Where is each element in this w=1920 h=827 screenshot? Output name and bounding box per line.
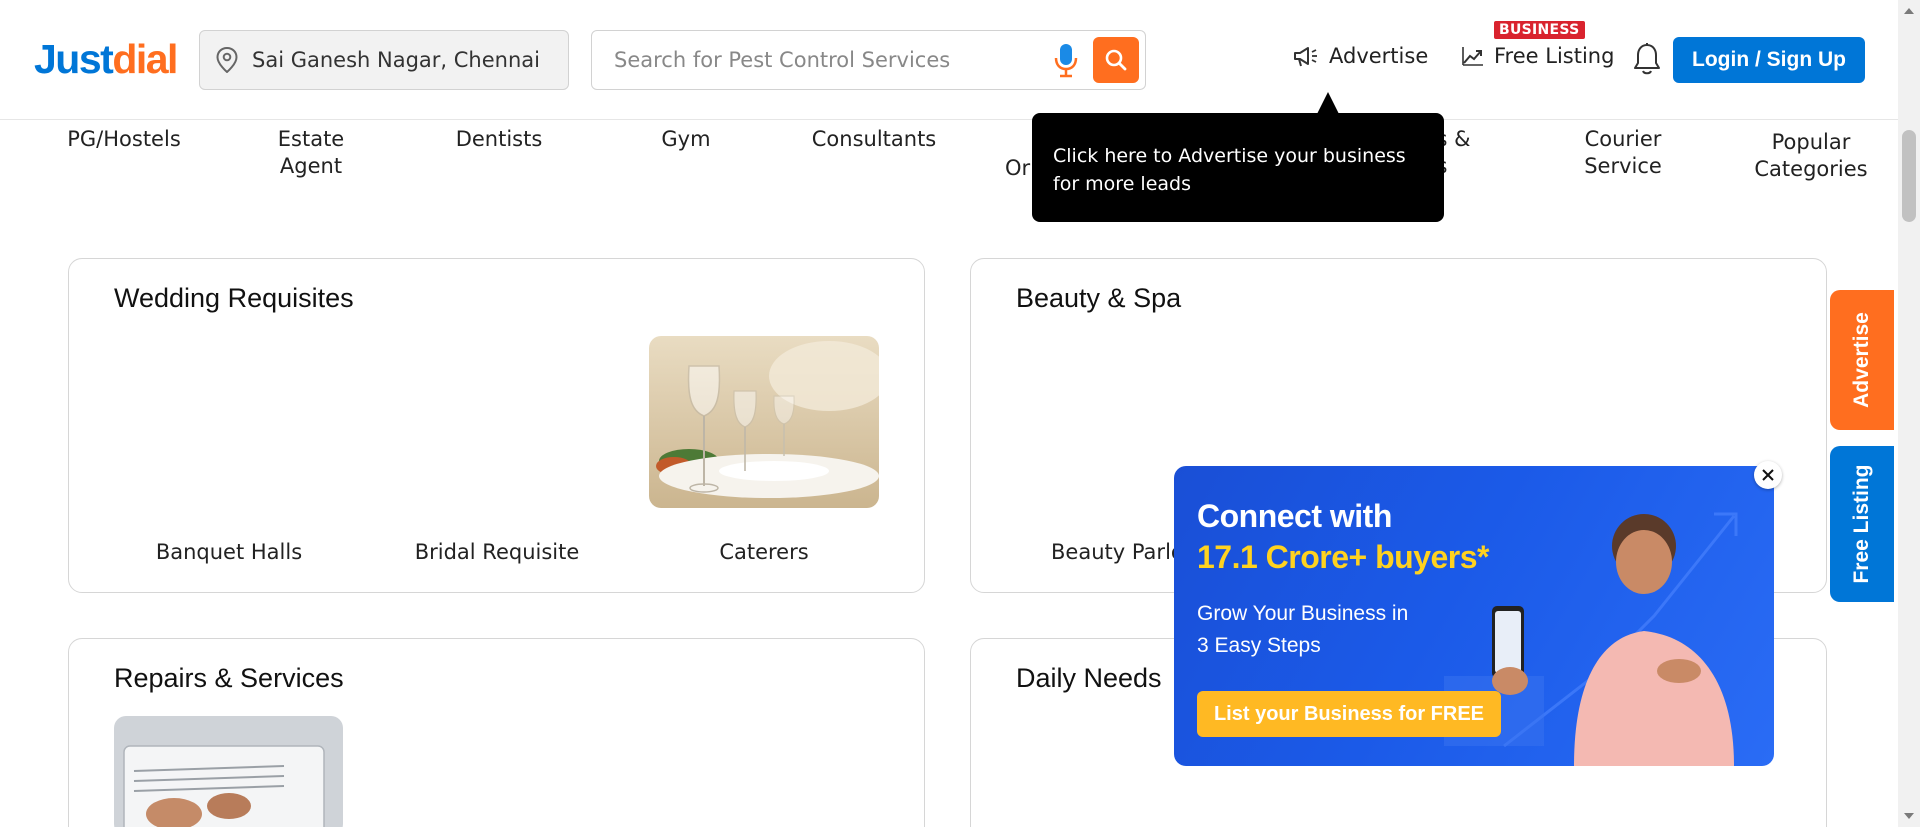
category-dentists[interactable]: Dentists: [419, 126, 579, 153]
beauty-spa-title: Beauty & Spa: [1016, 283, 1182, 313]
side-tab-free-listing[interactable]: Free Listing: [1830, 446, 1894, 602]
tooltip-text-line1: Click here to Advertise your business: [1053, 145, 1406, 167]
category-pg-hostels[interactable]: PG/Hostels: [44, 126, 204, 153]
list-business-free-button[interactable]: List your Business for FREE: [1197, 691, 1501, 737]
notification-bell-icon[interactable]: [1632, 42, 1662, 76]
item-banquet-halls[interactable]: Banquet Halls: [114, 540, 344, 564]
tooltip-text-line2: for more leads: [1053, 173, 1191, 195]
scroll-up-arrow[interactable]: [1904, 8, 1914, 14]
promo-headline-2: 17.1 Crore+ buyers*: [1197, 539, 1490, 575]
item-beauty-parlours[interactable]: Beauty Parlo: [1051, 540, 1191, 564]
microphone-icon[interactable]: [1054, 43, 1078, 79]
search-button[interactable]: [1093, 37, 1139, 83]
repairs-services-title: Repairs & Services: [114, 663, 344, 693]
advertise-link[interactable]: Advertise: [1293, 44, 1428, 68]
megaphone-icon: [1294, 47, 1317, 67]
item-caterers[interactable]: Caterers: [649, 540, 879, 564]
promo-subtext: Grow Your Business in 3 Easy Steps: [1197, 602, 1409, 657]
scroll-thumb[interactable]: [1902, 130, 1916, 222]
wedding-requisites-card: Wedding Requisites Banquet Halls Bridal …: [68, 258, 925, 593]
promo-popup: Connect with 17.1 Crore+ buyers* Grow Yo…: [1174, 466, 1774, 766]
trending-chart-icon: [1462, 47, 1483, 66]
page-scrollbar[interactable]: [1898, 0, 1920, 827]
search-bar: [591, 30, 1146, 90]
advertise-label: Advertise: [1329, 44, 1429, 68]
location-pin-icon: [216, 47, 238, 73]
search-input[interactable]: [614, 48, 1034, 72]
ac-repair-photo: [114, 716, 343, 827]
advertise-tooltip: Click here to Advertise your business fo…: [1032, 113, 1444, 222]
free-listing-label: Free Listing: [1494, 44, 1615, 68]
location-selector[interactable]: Sai Ganesh Nagar, Chennai: [199, 30, 569, 90]
promo-headline-1: Connect with: [1197, 498, 1392, 534]
repairs-services-card: Repairs & Services: [68, 638, 925, 827]
category-courier-service[interactable]: Courier Service: [1543, 126, 1703, 180]
location-text: Sai Ganesh Nagar, Chennai: [252, 48, 540, 72]
login-signup-button[interactable]: Login / Sign Up: [1673, 37, 1865, 83]
promo-close-button[interactable]: [1754, 461, 1782, 489]
tooltip-arrow: [1317, 92, 1339, 114]
caterers-image[interactable]: [649, 336, 879, 508]
side-tab-advertise[interactable]: Advertise: [1830, 290, 1894, 430]
search-icon: [1105, 49, 1127, 71]
category-consultants[interactable]: Consultants: [794, 126, 954, 153]
business-badge: BUSINESS: [1494, 21, 1585, 39]
category-estate-agent[interactable]: Estate Agent: [231, 126, 391, 180]
daily-needs-title: Daily Needs: [1016, 663, 1162, 693]
category-gym[interactable]: Gym: [606, 126, 766, 153]
item-bridal-requisite[interactable]: Bridal Requisite: [382, 540, 612, 564]
justdial-logo[interactable]: Justdial: [34, 36, 178, 83]
site-header: Justdial Sai Ganesh Nagar, Chennai Searc…: [0, 0, 1898, 120]
caterers-photo: [649, 336, 879, 508]
category-popular-categories[interactable]: Popular Categories: [1731, 129, 1891, 183]
wedding-requisites-title: Wedding Requisites: [114, 283, 354, 313]
free-listing-link[interactable]: Free Listing: [1462, 44, 1614, 68]
ac-repair-image[interactable]: [114, 716, 343, 827]
scroll-down-arrow[interactable]: [1904, 813, 1914, 819]
close-icon: [1762, 469, 1774, 481]
